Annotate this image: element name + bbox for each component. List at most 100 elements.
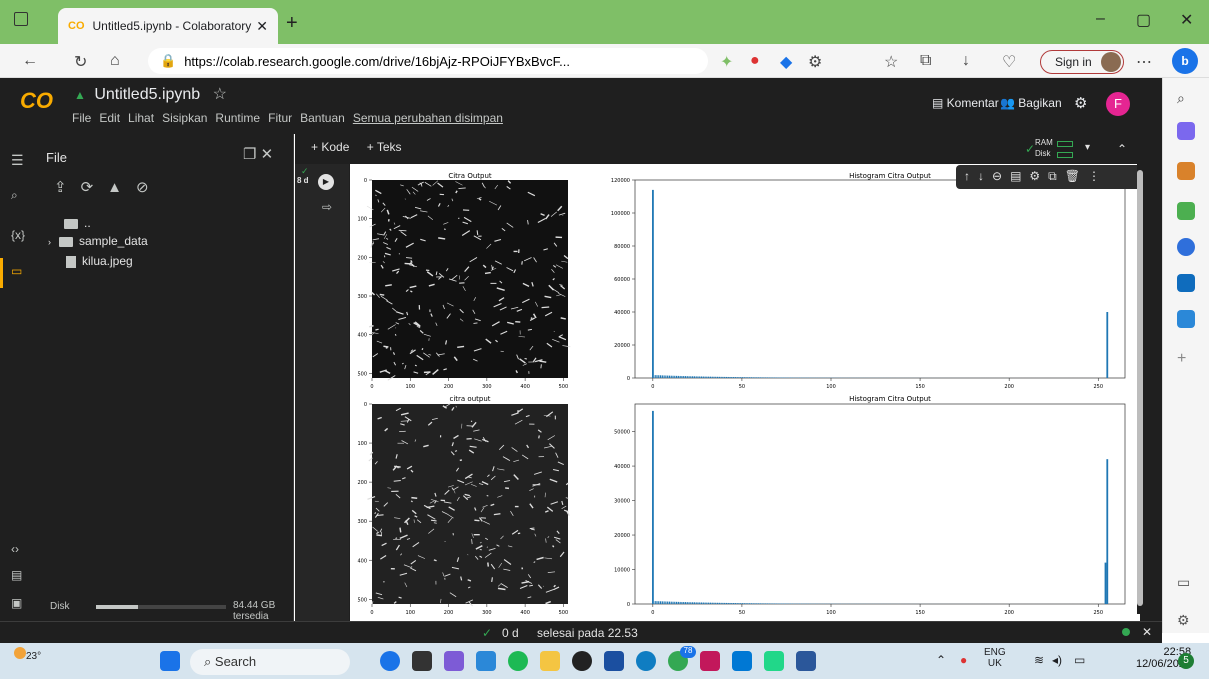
tab-actions-icon[interactable] [14, 12, 28, 26]
terminal-icon[interactable]: ▣ [11, 596, 22, 610]
close-window-icon[interactable]: ✕ [1180, 10, 1193, 30]
home-icon[interactable]: ⌂ [110, 52, 120, 70]
move-up-icon[interactable]: ↑ [964, 169, 978, 183]
search-sidebar-icon[interactable]: ⌕ [1177, 90, 1195, 108]
refresh-icon[interactable]: ↻ [74, 52, 87, 72]
user-avatar[interactable]: F [1106, 92, 1130, 116]
store-icon[interactable] [604, 651, 624, 671]
weather-widget[interactable]: 23° [14, 647, 41, 662]
command-palette-icon[interactable]: ▤ [11, 568, 22, 582]
extension-icon[interactable]: ✦ [720, 52, 733, 72]
copilot-icon[interactable]: b [1172, 48, 1198, 74]
output-icon[interactable]: ⇨ [322, 200, 332, 214]
collapse-icon[interactable]: ⌃ [1117, 142, 1127, 156]
heart-icon[interactable]: ♡ [1002, 52, 1016, 72]
tray-app-icon[interactable]: ● [960, 653, 967, 667]
maximize-icon[interactable]: ▢ [1136, 10, 1151, 30]
save-status[interactable]: Semua perubahan disimpan [353, 111, 503, 125]
tag-icon[interactable] [1177, 122, 1195, 140]
language-indicator[interactable]: ENG UK [984, 647, 1006, 669]
games-icon[interactable] [1177, 202, 1195, 220]
comment-cell-icon[interactable]: ▤ [1010, 169, 1029, 183]
notebook-title[interactable]: ▲ Untitled5.ipynb ☆ [74, 84, 227, 104]
comment-button[interactable]: ▤ Komentar [932, 96, 999, 110]
back-icon[interactable]: ← [22, 52, 38, 70]
sidebar-settings-icon[interactable]: ⚙ [1177, 612, 1195, 630]
battery-icon[interactable]: ▭ [1074, 653, 1085, 667]
url-field[interactable]: 🔒 https://colab.research.google.com/driv… [148, 48, 708, 74]
volume-icon[interactable]: ◂) [1052, 653, 1062, 667]
pycharm-icon[interactable] [764, 651, 784, 671]
parent-dir[interactable]: .. [64, 216, 91, 230]
explorer-icon[interactable] [540, 651, 560, 671]
share-button[interactable]: 👥 Bagikan [1000, 96, 1062, 110]
mount-drive-icon[interactable]: ▲ [107, 179, 136, 196]
link-icon[interactable]: ⊖ [992, 169, 1010, 183]
more-vert-icon[interactable]: ⋮ [1088, 169, 1108, 183]
colab-logo[interactable]: CO [20, 88, 53, 114]
move-down-icon[interactable]: ↓ [978, 169, 992, 183]
menu-help[interactable]: Bantuan [300, 111, 345, 125]
wifi-icon[interactable]: ≋ [1034, 653, 1044, 667]
outlook-icon[interactable] [1177, 274, 1195, 292]
menu-view[interactable]: Lihat [128, 111, 154, 125]
close-panel-icon[interactable]: ✕ [261, 146, 274, 163]
shopping-icon[interactable] [1177, 162, 1195, 180]
tree-item-kilua[interactable]: kilua.jpeg [66, 254, 133, 268]
notepad-icon[interactable] [476, 651, 496, 671]
cell-settings-icon[interactable]: ⚙ [1029, 169, 1048, 183]
status-close-icon[interactable]: ✕ [1142, 625, 1152, 639]
minimize-icon[interactable]: – [1096, 10, 1105, 28]
send-icon[interactable] [1177, 310, 1195, 328]
spotify-icon[interactable] [508, 651, 528, 671]
edge-beta-icon[interactable] [636, 651, 656, 671]
browser-tab[interactable]: CO Untitled5.ipynb - Colaboratory ✕ [58, 8, 278, 44]
search-icon[interactable]: ⌕ [11, 188, 18, 203]
start-icon[interactable] [160, 651, 180, 671]
new-tab-icon[interactable]: + [286, 12, 298, 35]
collections-icon[interactable]: ⧉ [920, 52, 931, 70]
teams-icon[interactable] [444, 651, 464, 671]
favorites-icon[interactable]: ☆ [884, 52, 898, 72]
variables-icon[interactable]: {x} [11, 228, 25, 242]
extension-blue-icon[interactable]: ◆ [780, 52, 792, 72]
notification-badge[interactable]: 5 [1178, 653, 1194, 669]
tree-item-sample-data[interactable]: › sample_data [48, 234, 148, 248]
toc-icon[interactable]: ☰ [11, 152, 24, 169]
scrollbar-thumb[interactable] [1137, 170, 1143, 606]
resource-monitor[interactable]: RAM Disk ▾ [1035, 138, 1099, 162]
office-icon[interactable] [1177, 238, 1195, 256]
menu-insert[interactable]: Sisipkan [162, 111, 207, 125]
run-cell-button[interactable]: ▶ [318, 174, 334, 190]
close-tab-icon[interactable]: ✕ [256, 18, 268, 35]
hide-icon[interactable]: ⊘ [136, 179, 163, 196]
refresh-folder-icon[interactable]: ⟳ [81, 179, 108, 196]
more-icon[interactable]: ⋯ [1136, 52, 1152, 72]
extension-red-icon[interactable]: ● [750, 52, 760, 70]
sidebar-toggle-icon[interactable]: ▭ [1177, 574, 1195, 592]
delete-icon[interactable]: 🗑 [1065, 169, 1088, 183]
widgets-icon[interactable] [412, 651, 432, 671]
menu-runtime[interactable]: Runtime [215, 111, 260, 125]
sign-in-button[interactable]: Sign in [1040, 50, 1124, 74]
menu-edit[interactable]: Edit [99, 111, 120, 125]
obs-icon[interactable] [572, 651, 592, 671]
download-icon[interactable]: ↓ [962, 52, 970, 70]
tray-expand-icon[interactable]: ⌃ [936, 653, 946, 667]
add-code-button[interactable]: + Kode [311, 140, 349, 154]
star-icon[interactable]: ☆ [213, 86, 227, 103]
winrar-icon[interactable] [700, 651, 720, 671]
popout-icon[interactable]: ❐ [243, 146, 256, 163]
code-snippets-icon[interactable]: ‹› [11, 542, 19, 556]
chevron-right-icon[interactable]: › [48, 237, 51, 247]
dropdown-icon[interactable]: ▾ [1085, 142, 1090, 153]
taskbar-search[interactable]: ⌕ Search [190, 649, 350, 675]
edge-taskbar-icon[interactable] [380, 651, 400, 671]
menu-tools[interactable]: Fitur [268, 111, 292, 125]
extensions-icon[interactable]: ⚙ [808, 52, 822, 72]
mirror-icon[interactable]: ⧉ [1048, 169, 1065, 183]
files-icon[interactable]: ▭ [11, 264, 22, 278]
add-text-button[interactable]: + Teks [367, 140, 402, 154]
add-icon[interactable]: + [1177, 350, 1195, 368]
vscode-icon[interactable] [732, 651, 752, 671]
